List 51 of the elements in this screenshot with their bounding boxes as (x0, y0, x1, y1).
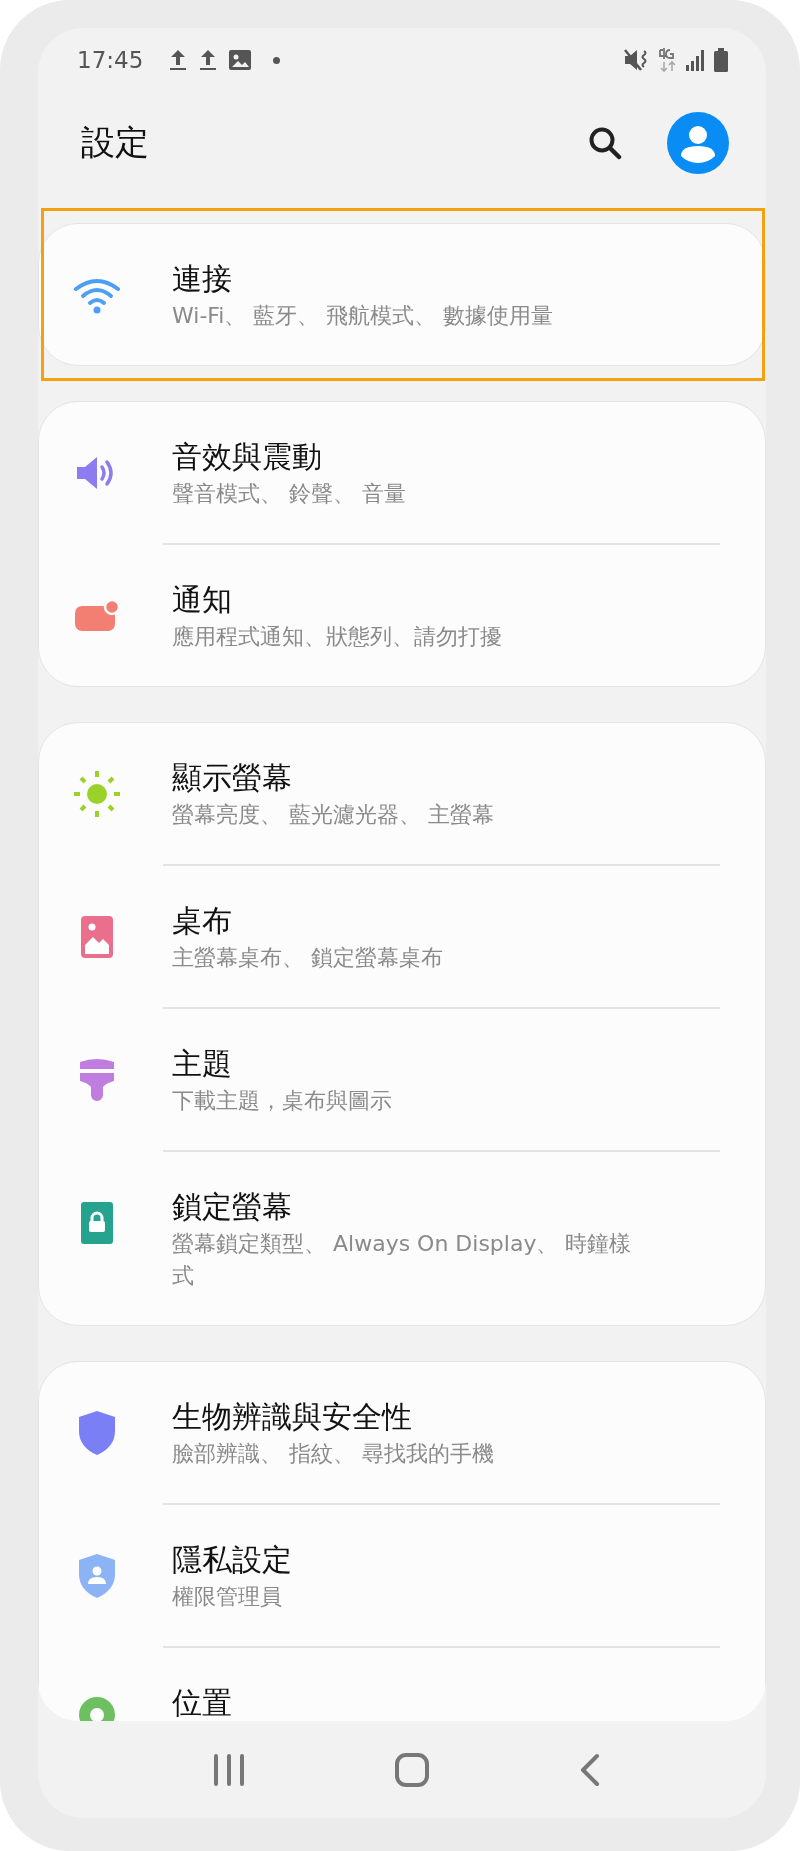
image-icon (229, 50, 252, 70)
settings-item[interactable]: 主題 下載主題，桌布與圖示 (39, 1009, 765, 1150)
page-title: 設定 (81, 121, 149, 164)
avatar-icon (667, 112, 729, 174)
item-summary: 主螢幕桌布、 鎖定螢幕桌布 (172, 944, 444, 972)
settings-item[interactable]: 隱私設定 權限管理員 (39, 1505, 765, 1646)
item-title: 音效與震動 (172, 438, 323, 476)
upload-icon (169, 49, 188, 71)
settings-item[interactable]: 鎖定螢幕 螢幕鎖定類型、 Always On Display、 時鐘樣式 (39, 1152, 765, 1325)
item-title: 位置 (172, 1684, 233, 1721)
recent-apps-icon (213, 1753, 245, 1786)
item-title: 隱私設定 (172, 1541, 293, 1579)
item-summary: 螢幕鎖定類型、 Always On Display、 時鐘樣式 (172, 1230, 633, 1290)
item-title: 顯示螢幕 (172, 759, 293, 797)
item-title: 主題 (172, 1045, 233, 1083)
settings-item[interactable]: 桌布 主螢幕桌布、 鎖定螢幕桌布 (39, 866, 765, 1007)
settings-item[interactable]: 通知 應用程式通知、狀態列、請勿打擾 (39, 545, 765, 686)
settings-item[interactable]: 位置 (39, 1648, 765, 1721)
item-title: 生物辨識與安全性 (172, 1398, 413, 1436)
item-title: 桌布 (172, 902, 233, 940)
shield-person-icon (79, 1554, 115, 1598)
item-summary: 臉部辨識、 指紋、 尋找我的手機 (172, 1440, 495, 1468)
item-summary: Wi-Fi、 藍牙、 飛航模式、 數據使用量 (172, 302, 555, 330)
upload-icon (199, 49, 218, 71)
settings-item[interactable]: 生物辨識與安全性 臉部辨識、 指紋、 尋找我的手機 (39, 1362, 765, 1503)
item-summary: 下載主題，桌布與圖示 (172, 1087, 393, 1115)
settings-item[interactable]: 連接 Wi-Fi、 藍牙、 飛航模式、 數據使用量 (39, 224, 765, 365)
item-summary: 螢幕亮度、 藍光濾光器、 主螢幕 (172, 801, 495, 829)
dot-icon (273, 56, 281, 64)
settings-item[interactable]: 音效與震動 聲音模式、 鈴聲、 音量 (39, 402, 765, 543)
battery-icon (714, 48, 728, 72)
status-time: 17:45 (77, 47, 144, 73)
mobile-data-icon (658, 47, 678, 73)
home-icon (395, 1752, 429, 1787)
account-button[interactable] (667, 112, 729, 174)
settings-item[interactable]: 顯示螢幕 螢幕亮度、 藍光濾光器、 主螢幕 (39, 723, 765, 864)
item-summary: 聲音模式、 鈴聲、 音量 (172, 480, 407, 508)
item-title: 鎖定螢幕 (172, 1188, 293, 1226)
paintbrush-icon (80, 1059, 114, 1101)
item-title: 連接 (172, 260, 233, 298)
lock-icon (81, 1202, 113, 1244)
item-title: 通知 (172, 581, 233, 619)
shield-icon (79, 1411, 115, 1455)
notification-icon (74, 600, 120, 632)
search-icon (588, 126, 622, 160)
signal-icon (686, 49, 706, 71)
item-summary: 權限管理員 (172, 1583, 283, 1611)
item-summary: 應用程式通知、狀態列、請勿打擾 (172, 623, 503, 651)
picture-frame-icon (81, 916, 113, 958)
back-icon (579, 1752, 601, 1787)
sun-icon (73, 770, 121, 818)
